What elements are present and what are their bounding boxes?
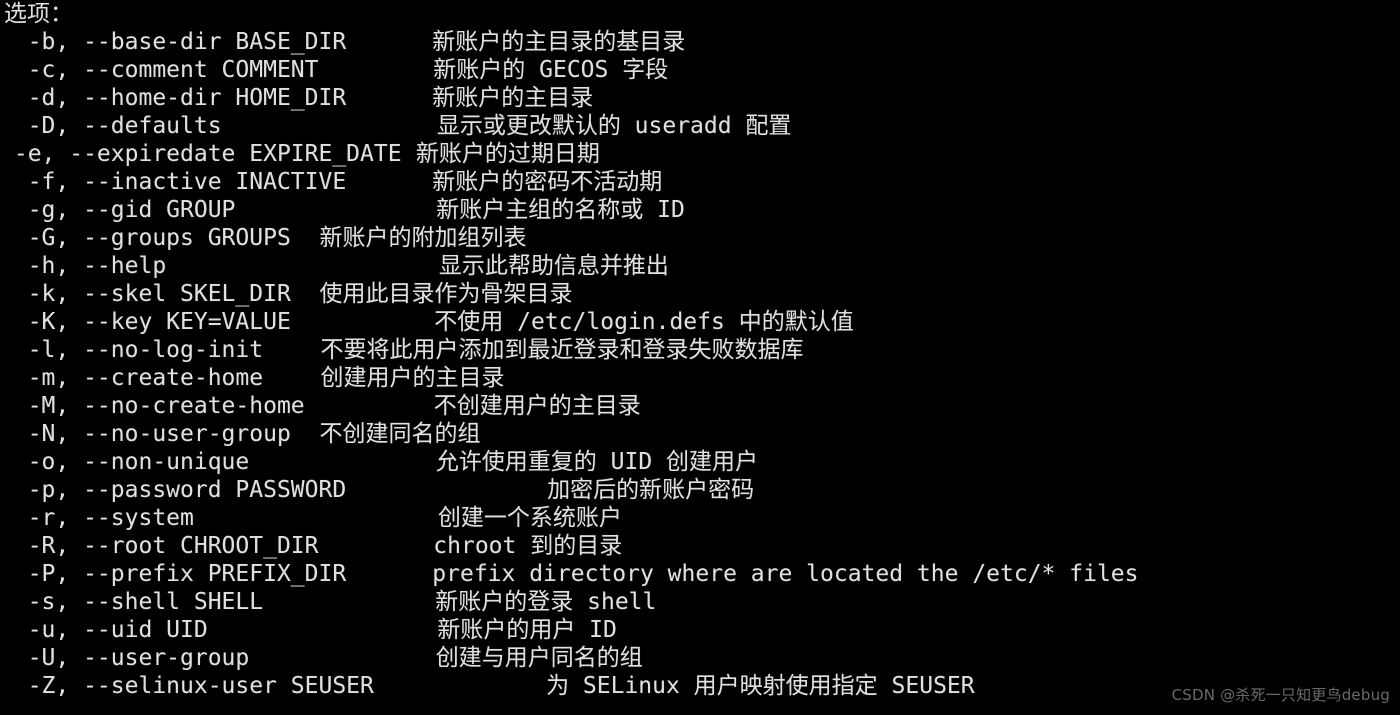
option-flags: -r, --system (0, 505, 194, 531)
option-description: 创建与用户同名的组 (435, 645, 643, 671)
option-flags: -e, --expiredate EXPIRE_DATE (0, 141, 402, 167)
option-description: 新账户的过期日期 (415, 141, 600, 167)
option-row: -P, --prefix PREFIX_DIR prefix directory … (0, 560, 1400, 588)
option-flags: -Z, --selinux-user SEUSER (0, 673, 374, 699)
option-row: -K, --key KEY=VALUE 不使用 /etc/login.defs 中… (0, 308, 1400, 336)
option-row: -p, --password PASSWORD 加密后的新账户密码 (0, 476, 1400, 504)
terminal-window: 选项： -b, --base-dir BASE_DIR 新账户的主目录的基目录 -… (0, 0, 1400, 715)
option-flags: -N, --no-user-group (0, 421, 291, 447)
option-row: -M, --no-create-home 不创建用户的主目录 (0, 392, 1400, 420)
option-row: -o, --non-unique 允许使用重复的 UID 创建用户 (0, 448, 1400, 476)
option-row: -c, --comment COMMENT 新账户的 GECOS 字段 (0, 56, 1400, 84)
options-header: 选项： (4, 1, 73, 27)
option-description: 新账户的主目录的基目录 (432, 29, 686, 55)
option-row: -e, --expiredate EXPIRE_DATE 新账户的过期日期 (0, 140, 1400, 168)
option-flags: -d, --home-dir HOME_DIR (0, 85, 347, 111)
option-flags: -m, --create-home (0, 365, 264, 391)
option-description: 新账户主组的名称或 ID (436, 197, 685, 223)
option-row: -d, --home-dir HOME_DIR 新账户的主目录 (0, 84, 1400, 112)
option-row: -h, --help 显示此帮助信息并推出 (0, 252, 1400, 280)
option-row: -b, --base-dir BASE_DIR 新账户的主目录的基目录 (0, 28, 1400, 56)
option-flags: -k, --skel SKEL_DIR (0, 281, 291, 307)
option-description: 为 SELinux 用户映射使用指定 SEUSER (546, 673, 975, 699)
option-row: -R, --root CHROOT_DIR chroot 到的目录 (0, 532, 1400, 560)
option-row: -u, --uid UID 新账户的用户 ID (0, 616, 1400, 644)
option-flags: -G, --groups GROUPS (0, 225, 291, 251)
option-flags: -R, --root CHROOT_DIR (0, 533, 319, 559)
option-description: 新账户的附加组列表 (319, 225, 527, 251)
option-flags: -l, --no-log-init (0, 337, 264, 363)
option-flags: -U, --user-group (0, 645, 250, 671)
option-description: prefix directory where are located the /… (432, 561, 1139, 587)
option-row: -s, --shell SHELL 新账户的登录 shell (0, 588, 1400, 616)
option-description: 新账户的用户 ID (437, 617, 617, 643)
option-description: 创建一个系统账户 (437, 505, 622, 531)
option-description: 新账户的 GECOS 字段 (433, 57, 669, 83)
option-description: 不使用 /etc/login.defs 中的默认值 (434, 309, 854, 335)
option-description: 新账户的登录 shell (435, 589, 657, 615)
option-flags: -f, --inactive INACTIVE (0, 169, 347, 195)
option-description: 不要将此用户添加到最近登录和登录失败数据库 (320, 337, 804, 363)
option-flags: -o, --non-unique (0, 449, 250, 475)
option-description: 使用此目录作为骨架目录 (319, 281, 573, 307)
option-flags: -g, --gid GROUP (0, 197, 236, 223)
option-row: -g, --gid GROUP 新账户主组的名称或 ID (0, 196, 1400, 224)
option-row: -G, --groups GROUPS 新账户的附加组列表 (0, 224, 1400, 252)
option-flags: -h, --help (0, 253, 167, 279)
option-row: -r, --system 创建一个系统账户 (0, 504, 1400, 532)
option-row: -l, --no-log-init 不要将此用户添加到最近登录和登录失败数据库 (0, 336, 1400, 364)
option-flags: -K, --key KEY=VALUE (0, 309, 291, 335)
option-row: -U, --user-group 创建与用户同名的组 (0, 644, 1400, 672)
option-list: -b, --base-dir BASE_DIR 新账户的主目录的基目录 -c, -… (0, 28, 1400, 700)
option-row: -f, --inactive INACTIVE 新账户的密码不活动期 (0, 168, 1400, 196)
option-flags: -b, --base-dir BASE_DIR (0, 29, 347, 55)
option-description: 显示或更改默认的 useradd 配置 (436, 113, 792, 139)
option-description: 创建用户的主目录 (320, 365, 505, 391)
option-description: chroot 到的目录 (433, 533, 623, 559)
option-description: 加密后的新账户密码 (547, 477, 755, 503)
option-flags: -P, --prefix PREFIX_DIR (0, 561, 347, 587)
option-row: -D, --defaults 显示或更改默认的 useradd 配置 (0, 112, 1400, 140)
option-flags: -D, --defaults (0, 113, 222, 139)
option-flags: -s, --shell SHELL (0, 589, 264, 615)
option-description: 新账户的密码不活动期 (432, 169, 663, 195)
option-description: 不创建用户的主目录 (433, 393, 641, 419)
option-description: 允许使用重复的 UID 创建用户 (435, 449, 759, 475)
csdn-watermark: CSDN @杀死一只知更鸟debug (1171, 686, 1390, 704)
option-description: 新账户的主目录 (432, 85, 594, 111)
option-flags: -p, --password PASSWORD (0, 477, 347, 503)
option-description: 显示此帮助信息并推出 (438, 253, 669, 279)
option-flags: -c, --comment COMMENT (0, 57, 319, 83)
option-row: -k, --skel SKEL_DIR 使用此目录作为骨架目录 (0, 280, 1400, 308)
option-row: -m, --create-home 创建用户的主目录 (0, 364, 1400, 392)
option-row: -N, --no-user-group 不创建同名的组 (0, 420, 1400, 448)
option-description: 不创建同名的组 (319, 421, 481, 447)
option-flags: -M, --no-create-home (0, 393, 305, 419)
option-flags: -u, --uid UID (0, 617, 208, 643)
